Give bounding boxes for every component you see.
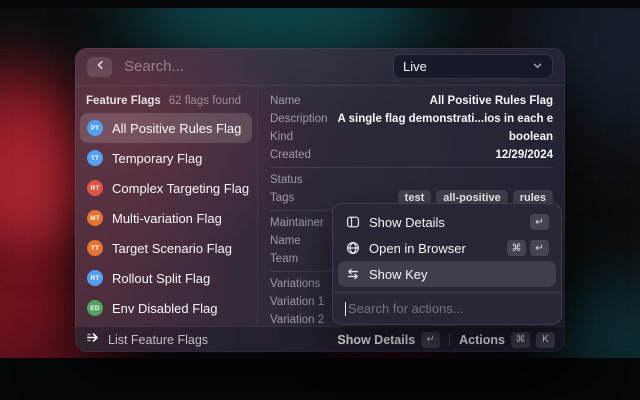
flag-avatar: RT: [87, 180, 103, 196]
dropdown-value: Live: [403, 59, 427, 74]
meta-row: Name All Positive Rules Flag: [270, 92, 553, 110]
chevron-down-icon: [532, 58, 543, 76]
primary-action-button[interactable]: Show Details ↵: [337, 331, 441, 348]
header: Live: [75, 48, 565, 86]
command-arrow-icon: [85, 330, 100, 350]
actions-label: Actions: [459, 332, 505, 347]
meta-row: Created 12/29/2024: [270, 146, 553, 164]
environment-dropdown[interactable]: Live: [393, 54, 553, 79]
status-bar: List Feature Flags Show Details ↵ Action…: [75, 326, 565, 352]
cmd-key-badge: ⌘: [507, 240, 526, 256]
meta-label: Variation 2: [270, 314, 325, 326]
action-label: Show Details: [369, 214, 445, 230]
meta-value: 12/29/2024: [495, 149, 553, 161]
back-button[interactable]: [87, 56, 112, 77]
flag-avatar: TT: [87, 150, 103, 166]
actions-search-input[interactable]: [348, 301, 549, 316]
meta-label: Name: [270, 235, 301, 247]
flag-avatar: MT: [87, 210, 103, 226]
list-item-label: Complex Targeting Flag: [112, 180, 250, 196]
footer-command: List Feature Flags: [85, 330, 337, 350]
k-key-badge: K: [536, 331, 555, 348]
action-label: Show Key: [369, 266, 428, 282]
list-item[interactable]: TT Temporary Flag: [80, 143, 252, 173]
screen: Live Feature Flags 62 flags found PT All…: [0, 0, 640, 400]
meta-value: All Positive Rules Flag: [429, 95, 553, 107]
return-key-badge: ↵: [421, 331, 441, 348]
list-item[interactable]: TT Target Scenario Flag: [80, 233, 252, 263]
meta-value: A single flag demonstrati...ios in each …: [337, 113, 553, 125]
list-item-label: Target Scenario Flag: [112, 240, 232, 256]
section-title: Feature Flags: [86, 95, 161, 107]
actions-menu-button[interactable]: Actions ⌘ K: [459, 331, 555, 348]
meta-label: Status: [270, 174, 303, 186]
return-key-badge: ↵: [530, 214, 549, 230]
flag-avatar: ED: [87, 300, 103, 316]
flag-avatar: TT: [87, 240, 103, 256]
actions-search[interactable]: [333, 293, 561, 324]
list-item-label: All Positive Rules Flag: [112, 120, 242, 136]
result-count: 62 flags found: [168, 95, 242, 107]
meta-label: Name: [270, 95, 301, 107]
meta-label: Team: [270, 253, 299, 265]
flag-avatar: RT: [87, 270, 103, 286]
list-item[interactable]: RT Complex Targeting Flag: [80, 173, 252, 203]
meta-row: Kind boolean: [270, 128, 553, 146]
list-item[interactable]: PT All Positive Rules Flag: [80, 113, 252, 143]
action-label: Open in Browser: [369, 240, 466, 256]
list-item-label: Rollout Split Flag: [112, 270, 211, 286]
meta-value: boolean: [508, 131, 553, 143]
text-caret: [345, 301, 346, 316]
flag-avatar: PT: [87, 120, 103, 136]
list-item-label: Env Disabled Flag: [112, 300, 218, 316]
meta-label: Description: [270, 113, 328, 125]
meta-label: Kind: [270, 131, 294, 143]
meta-label: Variation 1: [270, 296, 325, 308]
divider: [270, 167, 553, 168]
meta-label: Tags: [270, 192, 295, 204]
globe-icon: [345, 241, 360, 256]
action-item-show-key[interactable]: Show Key: [338, 261, 556, 287]
list-item[interactable]: MT Multi-variation Flag: [80, 203, 252, 233]
meta-row: Description A single flag demonstrati...…: [270, 110, 553, 128]
action-item-show-details[interactable]: Show Details ↵: [338, 209, 556, 235]
footer-divider: [449, 333, 451, 346]
actions-popup: Show Details ↵ Open in Browser ⌘ ↵ Show …: [332, 203, 562, 325]
search-input[interactable]: [124, 58, 393, 75]
swap-arrows-icon: [345, 267, 360, 282]
list-item-label: Temporary Flag: [112, 150, 203, 166]
actions-list: Show Details ↵ Open in Browser ⌘ ↵ Show …: [333, 204, 561, 292]
flag-list: Feature Flags 62 flags found PT All Posi…: [75, 86, 257, 326]
list-item-label: Multi-variation Flag: [112, 210, 222, 226]
meta-label: Variations: [270, 278, 321, 290]
return-key-badge: ↵: [530, 240, 549, 256]
sidebar-icon: [345, 215, 360, 230]
meta-label: Maintainer: [270, 217, 324, 229]
meta-row-status: Status: [270, 171, 553, 189]
action-item-open-in-browser[interactable]: Open in Browser ⌘ ↵: [338, 235, 556, 261]
primary-action-label: Show Details: [337, 332, 416, 347]
meta-label: Created: [270, 149, 311, 161]
command-name: List Feature Flags: [108, 332, 209, 347]
cmd-key-badge: ⌘: [511, 331, 530, 348]
arrow-left-icon: [94, 58, 106, 76]
list-section-header: Feature Flags 62 flags found: [80, 91, 252, 113]
list-item[interactable]: RT Rollout Split Flag: [80, 263, 252, 293]
list-item[interactable]: ED Env Disabled Flag: [80, 293, 252, 323]
